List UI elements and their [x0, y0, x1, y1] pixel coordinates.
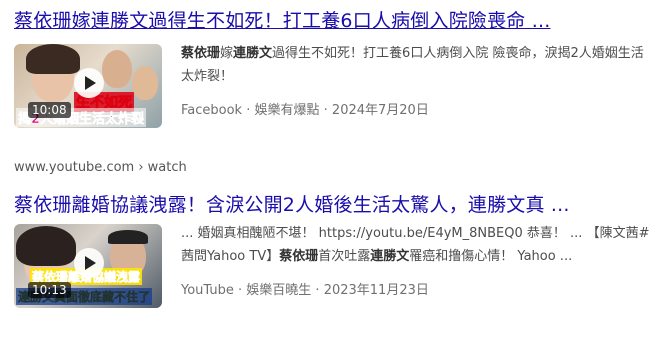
result-url[interactable]: www.youtube.com › watch: [14, 160, 187, 175]
meta-separator: ·: [311, 283, 324, 298]
result-date: 2023年11月23日: [323, 283, 429, 298]
result-meta: Facebook · 娛樂有爆點 · 2024年7月20日: [181, 99, 429, 118]
result-meta: YouTube · 娛樂百曉生 · 2023年11月23日: [181, 279, 429, 298]
thumbnail-person: [102, 50, 132, 88]
result-snippet: ... 婚姻真相醜陋不堪！ https://youtu.be/E4yM_8NBE…: [181, 222, 651, 268]
result-title-link[interactable]: 蔡依珊離婚協議洩露！含淚公開2人婚後生活太驚人，連勝文真 ...: [14, 190, 570, 217]
result-author: 娛樂有爆點: [254, 103, 320, 118]
result-source: YouTube: [181, 283, 234, 298]
meta-separator: ·: [319, 103, 332, 118]
snippet-highlight: 蔡依珊: [279, 249, 319, 264]
thumbnail-person: [132, 66, 158, 100]
snippet-highlight: 連勝文: [370, 249, 410, 264]
play-icon[interactable]: [74, 248, 104, 278]
result-date: 2024年7月20日: [331, 103, 429, 118]
thumbnail-person: [26, 44, 80, 102]
video-duration: 10:08: [28, 102, 71, 118]
result-author: 娛樂百曉生: [246, 283, 312, 298]
snippet-highlight: 蔡依珊: [181, 46, 221, 61]
meta-separator: ·: [242, 103, 255, 118]
result-snippet: 蔡依珊嫁連勝文過得生不如死！打工養6口人病倒入院 險喪命，淚揭2人婚姻生活太炸裂…: [181, 42, 651, 88]
snippet-text: 嫁: [220, 46, 234, 61]
video-thumbnail[interactable]: 蔡依珊離婚協議洩露 連勝文真面徹底藏不住了 10:13: [14, 224, 162, 308]
video-duration: 10:13: [28, 282, 71, 298]
snippet-text: 首次吐露: [318, 249, 371, 264]
video-thumbnail[interactable]: 生不如死 揭2人婚姻生活太炸裂 10:08: [14, 44, 162, 128]
result-title-link[interactable]: 蔡依珊嫁連勝文過得生不如死！打工養6口人病倒入院險喪命 ...: [14, 6, 550, 33]
meta-separator: ·: [233, 283, 247, 298]
snippet-text: 罹癌和撸傷心情！ Yahoo ...: [409, 249, 573, 264]
play-icon[interactable]: [74, 68, 104, 98]
result-source: Facebook: [181, 103, 243, 118]
snippet-highlight: 連勝文: [233, 46, 273, 61]
